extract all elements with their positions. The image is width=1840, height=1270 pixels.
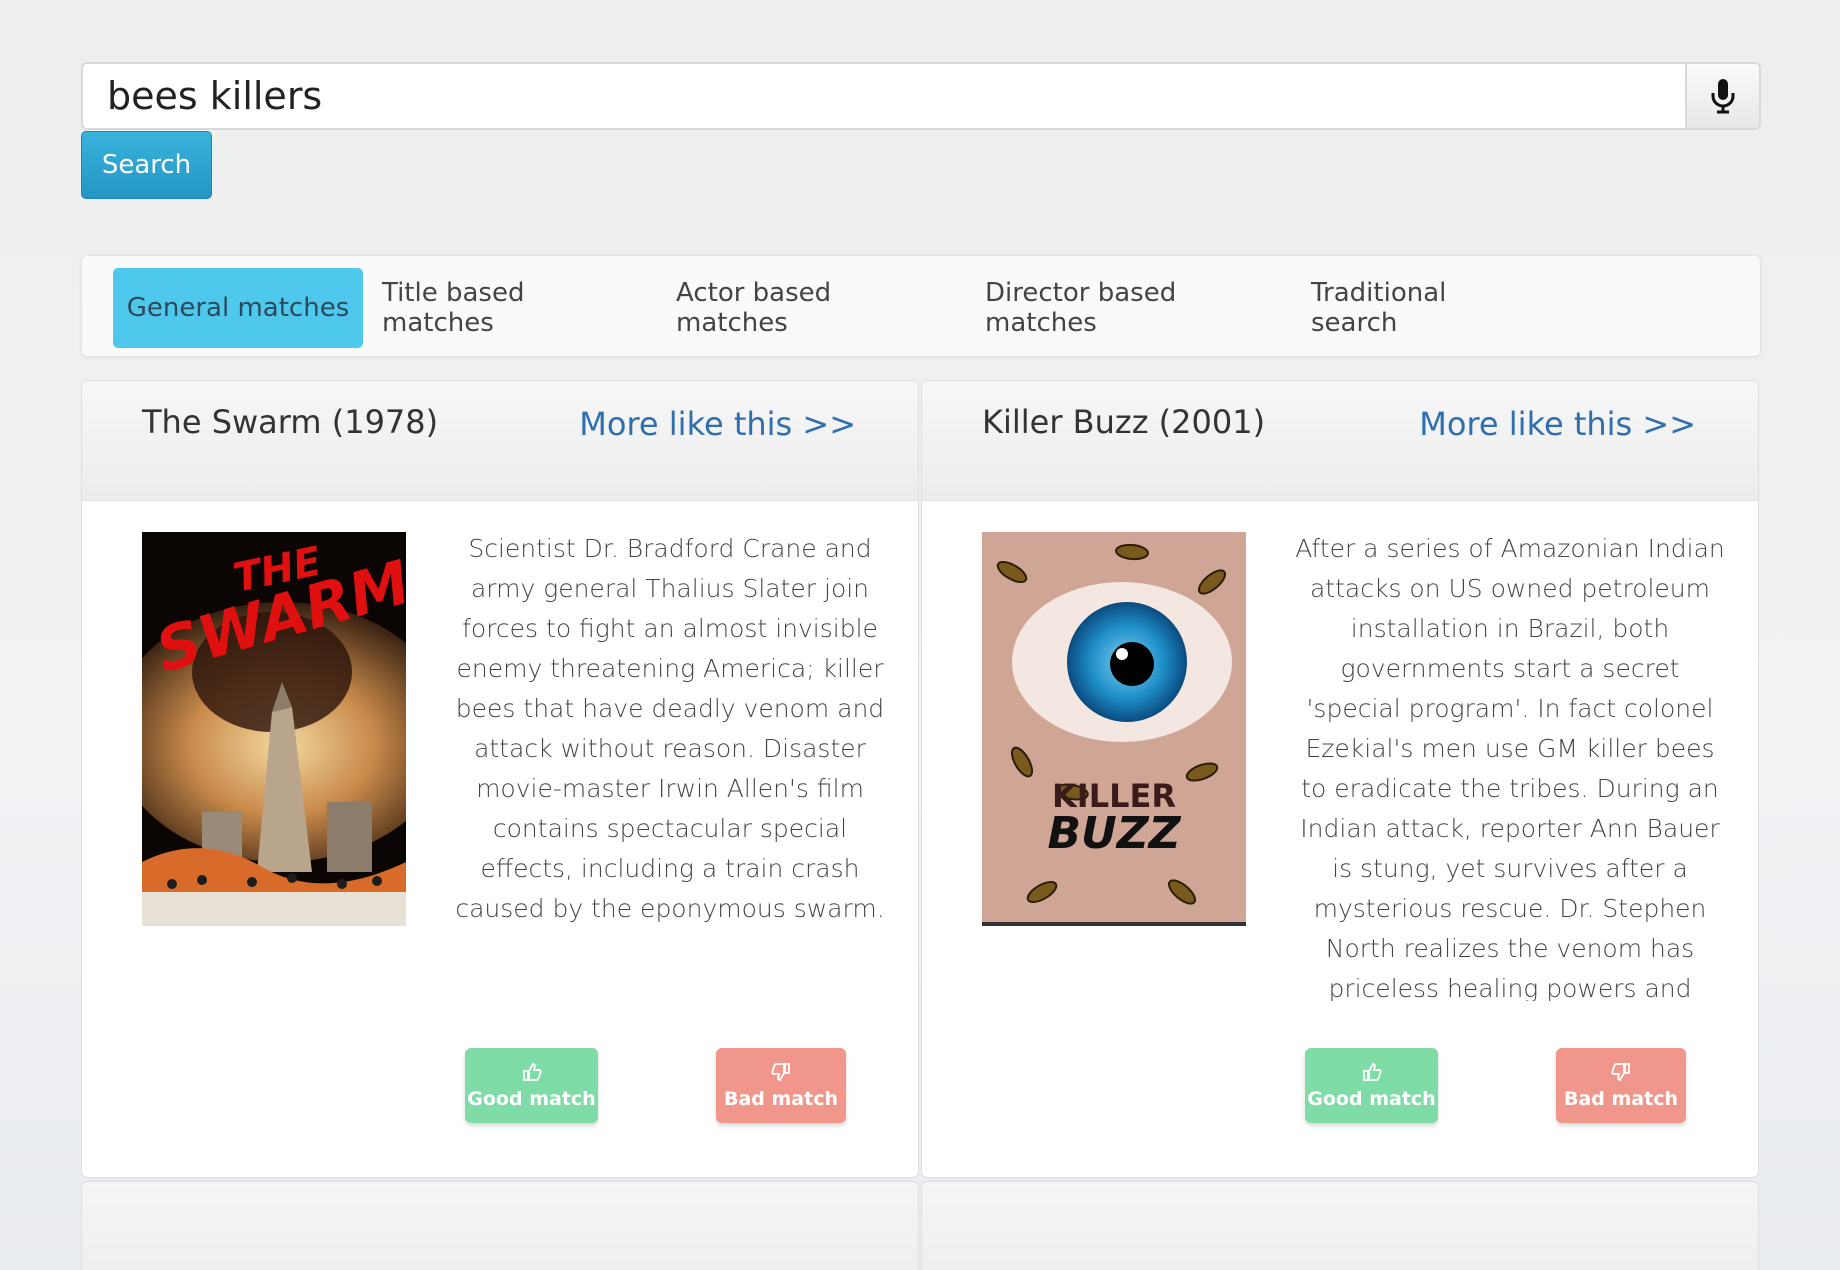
- more-like-this-link[interactable]: More like this >>: [1419, 405, 1696, 443]
- bad-match-label: Bad match: [1563, 1087, 1678, 1110]
- card-header: The Swarm (1978) More like this >>: [82, 381, 918, 501]
- match-type-tabs: General matches Title based matches Acto…: [81, 255, 1761, 357]
- thumbs-up-icon: [522, 1062, 542, 1081]
- poster-text: BUZZ: [1047, 808, 1181, 859]
- tab-general-matches[interactable]: General matches: [113, 268, 363, 348]
- card-header: Killer Buzz (2001) More like this >>: [922, 381, 1758, 501]
- search-bar: [81, 62, 1761, 130]
- tab-actor-based-matches[interactable]: Actor based matches: [676, 268, 921, 348]
- search-input[interactable]: [81, 62, 1685, 130]
- movie-poster: KILLER BUZZ: [982, 532, 1246, 926]
- search-button[interactable]: Search: [81, 131, 212, 199]
- microphone-icon: [1711, 79, 1735, 114]
- tab-traditional-search[interactable]: Traditional search: [1311, 268, 1517, 348]
- bad-match-button[interactable]: Bad match: [1556, 1048, 1686, 1123]
- tab-title-based-matches[interactable]: Title based matches: [382, 268, 592, 348]
- movie-title: The Swarm (1978): [142, 403, 439, 441]
- thumbs-down-icon: [771, 1062, 790, 1081]
- movie-description: After a series of Amazonian Indian attac…: [1295, 534, 1725, 1001]
- page: Search General matches Title based match…: [0, 0, 1840, 1270]
- good-match-button[interactable]: Good match: [1305, 1048, 1438, 1123]
- result-card-partial: [921, 1181, 1759, 1270]
- result-card-partial: [81, 1181, 919, 1270]
- good-match-label: Good match: [467, 1087, 596, 1110]
- good-match-button[interactable]: Good match: [465, 1048, 598, 1123]
- thumbs-down-icon: [1611, 1062, 1630, 1081]
- movie-poster: THE SWARM: [142, 532, 406, 926]
- thumbs-up-icon: [1362, 1062, 1382, 1081]
- voice-search-button[interactable]: [1685, 62, 1761, 130]
- tab-director-based-matches[interactable]: Director based matches: [985, 268, 1260, 348]
- more-like-this-link[interactable]: More like this >>: [579, 405, 856, 443]
- movie-title: Killer Buzz (2001): [982, 403, 1266, 441]
- bad-match-label: Bad match: [723, 1087, 838, 1110]
- result-card: Killer Buzz (2001) More like this >> KIL…: [921, 380, 1759, 1178]
- bad-match-button[interactable]: Bad match: [716, 1048, 846, 1123]
- result-card: The Swarm (1978) More like this >> THE S…: [81, 380, 919, 1178]
- movie-description: Scientist Dr. Bradford Crane and army ge…: [455, 534, 885, 923]
- good-match-label: Good match: [1307, 1087, 1436, 1110]
